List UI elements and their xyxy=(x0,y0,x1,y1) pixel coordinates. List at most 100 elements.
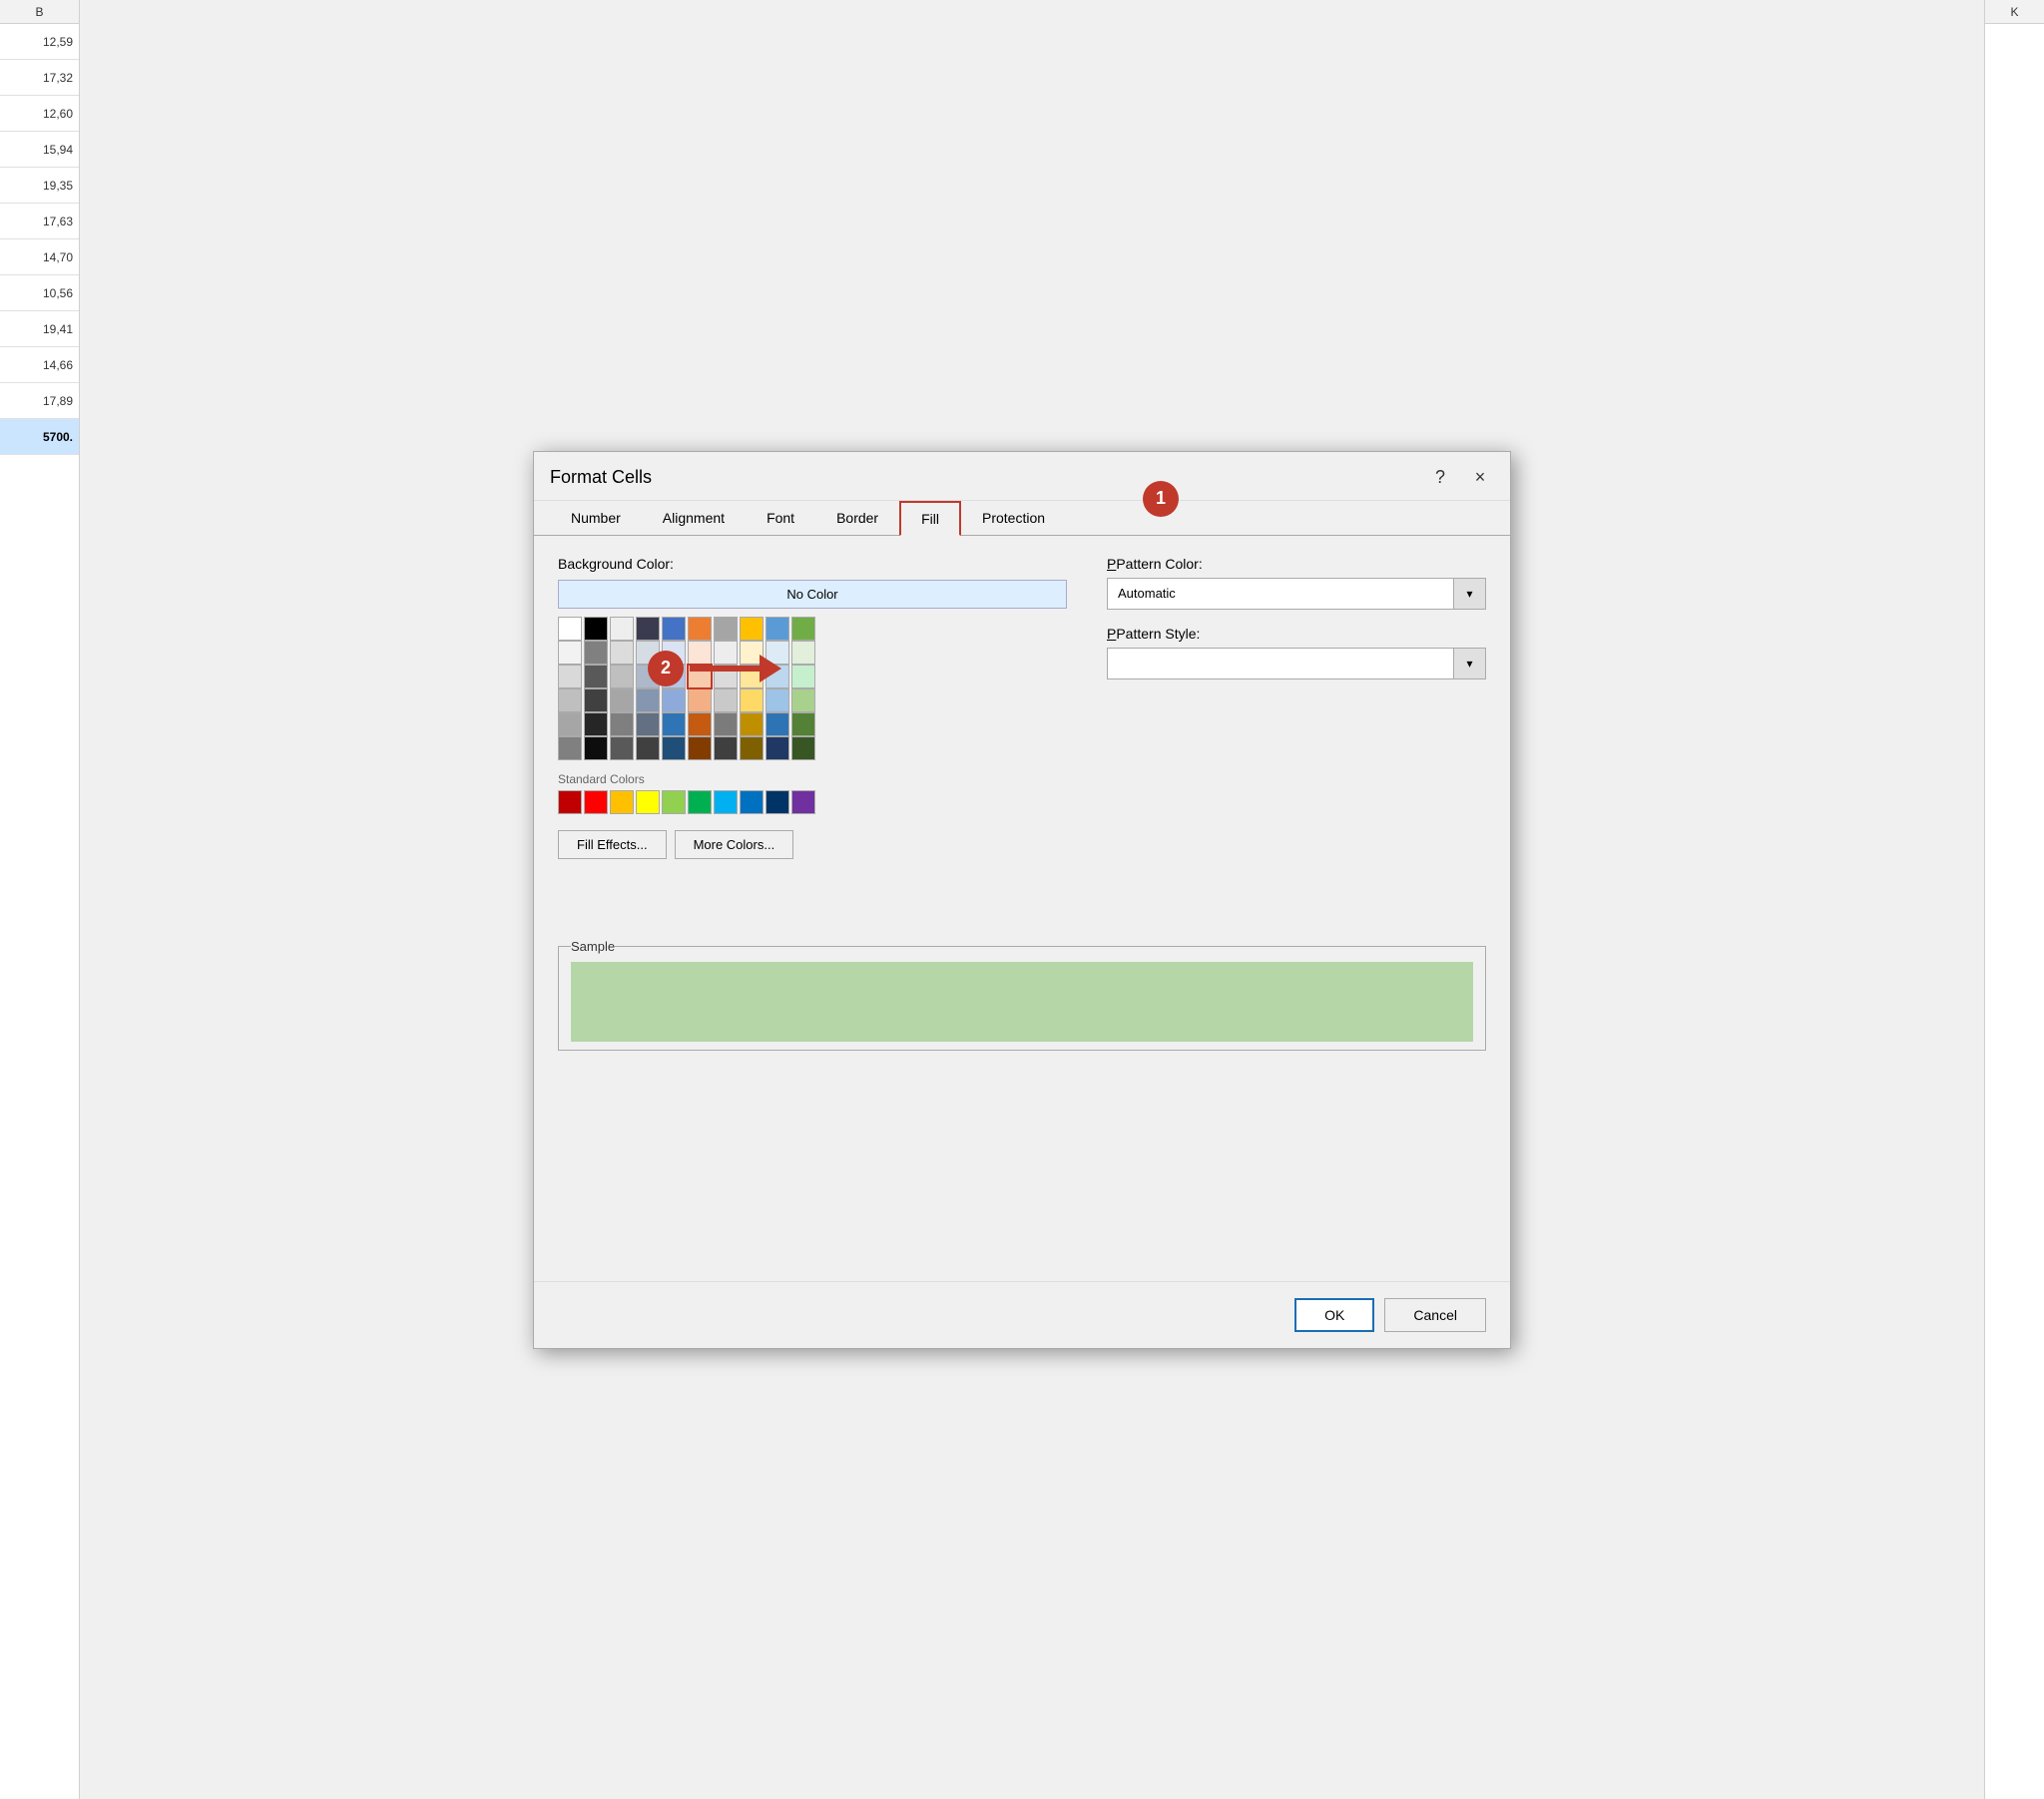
dialog-content: Background Color: No Color xyxy=(534,536,1510,1281)
color-r5c5[interactable] xyxy=(662,712,686,736)
std-color-2[interactable] xyxy=(584,790,608,814)
color-r5c9[interactable] xyxy=(766,712,789,736)
dialog-title-bar: Format Cells ? × xyxy=(534,452,1510,501)
tab-alignment[interactable]: Alignment xyxy=(642,501,746,536)
std-color-7[interactable] xyxy=(714,790,738,814)
color-r6c9[interactable] xyxy=(766,736,789,760)
color-r4c8[interactable] xyxy=(740,688,764,712)
tab-number[interactable]: Number xyxy=(550,501,642,536)
color-r4c3[interactable] xyxy=(610,688,634,712)
color-light-blue[interactable] xyxy=(766,617,789,641)
color-r5c6[interactable] xyxy=(688,712,712,736)
tab-protection[interactable]: Protection xyxy=(961,501,1066,536)
color-r4c10[interactable] xyxy=(791,688,815,712)
theme-header-row xyxy=(558,617,1067,641)
pattern-style-arrow[interactable]: ▾ xyxy=(1453,649,1485,678)
badge-2: 2 xyxy=(648,651,684,686)
pattern-color-arrow[interactable]: ▾ xyxy=(1453,579,1485,609)
color-blue[interactable] xyxy=(662,617,686,641)
color-white[interactable] xyxy=(558,617,582,641)
sample-legend: Sample xyxy=(571,939,615,954)
format-cells-dialog: Format Cells ? × 1 Number Alignment Font… xyxy=(533,451,1511,1349)
color-r6c3[interactable] xyxy=(610,736,634,760)
color-orange[interactable] xyxy=(688,617,712,641)
close-button[interactable]: × xyxy=(1466,464,1494,492)
background-color-label: Background Color: xyxy=(558,556,1067,572)
color-r2c1[interactable] xyxy=(558,641,582,665)
arrow-shaft xyxy=(690,666,760,672)
sample-section: Sample xyxy=(558,919,1486,1051)
color-r5c2[interactable] xyxy=(584,712,608,736)
left-panel: Background Color: No Color xyxy=(558,556,1067,859)
color-light-gray[interactable] xyxy=(610,617,634,641)
right-panel: PPattern Color: Automatic ▾ PPattern Sty… xyxy=(1107,556,1486,859)
color-r4c7[interactable] xyxy=(714,688,738,712)
theme-row-2 xyxy=(558,641,1067,665)
color-r3c2[interactable] xyxy=(584,665,608,688)
color-r2c10[interactable] xyxy=(791,641,815,665)
color-r5c3[interactable] xyxy=(610,712,634,736)
help-button[interactable]: ? xyxy=(1426,464,1454,492)
color-r4c2[interactable] xyxy=(584,688,608,712)
pattern-style-label: PPattern Style: xyxy=(1107,626,1486,642)
color-r5c4[interactable] xyxy=(636,712,660,736)
color-r6c6[interactable] xyxy=(688,736,712,760)
pattern-style-dropdown[interactable]: ▾ xyxy=(1107,648,1486,679)
no-color-button[interactable]: No Color xyxy=(558,580,1067,609)
sample-preview xyxy=(571,962,1473,1042)
std-color-5[interactable] xyxy=(662,790,686,814)
color-r5c10[interactable] xyxy=(791,712,815,736)
cancel-button[interactable]: Cancel xyxy=(1384,1298,1486,1332)
color-r3c1[interactable] xyxy=(558,665,582,688)
theme-row-3: 2 xyxy=(558,665,1067,688)
color-gold[interactable] xyxy=(740,617,764,641)
std-color-8[interactable] xyxy=(740,790,764,814)
color-r6c8[interactable] xyxy=(740,736,764,760)
pattern-color-value: Automatic xyxy=(1108,586,1453,601)
color-r5c1[interactable] xyxy=(558,712,582,736)
tab-bar: Number Alignment Font Border Fill Protec… xyxy=(534,501,1510,536)
main-content-row: Background Color: No Color xyxy=(558,556,1486,859)
color-dark-navy[interactable] xyxy=(636,617,660,641)
annotation-arrow xyxy=(690,655,781,682)
color-r5c7[interactable] xyxy=(714,712,738,736)
std-color-4[interactable] xyxy=(636,790,660,814)
tab-font[interactable]: Font xyxy=(746,501,815,536)
color-r6c10[interactable] xyxy=(791,736,815,760)
color-gray[interactable] xyxy=(714,617,738,641)
color-r6c1[interactable] xyxy=(558,736,582,760)
standard-colors-row xyxy=(558,790,1067,814)
theme-row-4 xyxy=(558,688,1067,712)
color-r3c10[interactable] xyxy=(791,665,815,688)
color-r4c1[interactable] xyxy=(558,688,582,712)
color-r3c3[interactable] xyxy=(610,665,634,688)
std-color-6[interactable] xyxy=(688,790,712,814)
color-r2c2[interactable] xyxy=(584,641,608,665)
color-r6c7[interactable] xyxy=(714,736,738,760)
color-green[interactable] xyxy=(791,617,815,641)
tab-border[interactable]: Border xyxy=(815,501,899,536)
color-r6c5[interactable] xyxy=(662,736,686,760)
color-r2c3[interactable] xyxy=(610,641,634,665)
color-r6c2[interactable] xyxy=(584,736,608,760)
color-r6c4[interactable] xyxy=(636,736,660,760)
color-r4c6[interactable] xyxy=(688,688,712,712)
tab-fill[interactable]: Fill xyxy=(899,501,961,536)
ok-button[interactable]: OK xyxy=(1294,1298,1374,1332)
standard-colors-section: Standard Colors xyxy=(558,772,1067,814)
std-color-10[interactable] xyxy=(791,790,815,814)
color-r5c8[interactable] xyxy=(740,712,764,736)
std-color-9[interactable] xyxy=(766,790,789,814)
dialog-footer: OK Cancel xyxy=(534,1281,1510,1348)
pattern-color-dropdown[interactable]: Automatic ▾ xyxy=(1107,578,1486,610)
std-color-3[interactable] xyxy=(610,790,634,814)
pattern-color-label: PPattern Color: xyxy=(1107,556,1486,572)
color-r4c5[interactable] xyxy=(662,688,686,712)
color-r4c9[interactable] xyxy=(766,688,789,712)
std-color-1[interactable] xyxy=(558,790,582,814)
fill-effects-button[interactable]: Fill Effects... xyxy=(558,830,667,859)
more-colors-button[interactable]: More Colors... xyxy=(675,830,794,859)
color-black[interactable] xyxy=(584,617,608,641)
color-r4c4[interactable] xyxy=(636,688,660,712)
color-palette-area: 2 xyxy=(558,617,1067,760)
